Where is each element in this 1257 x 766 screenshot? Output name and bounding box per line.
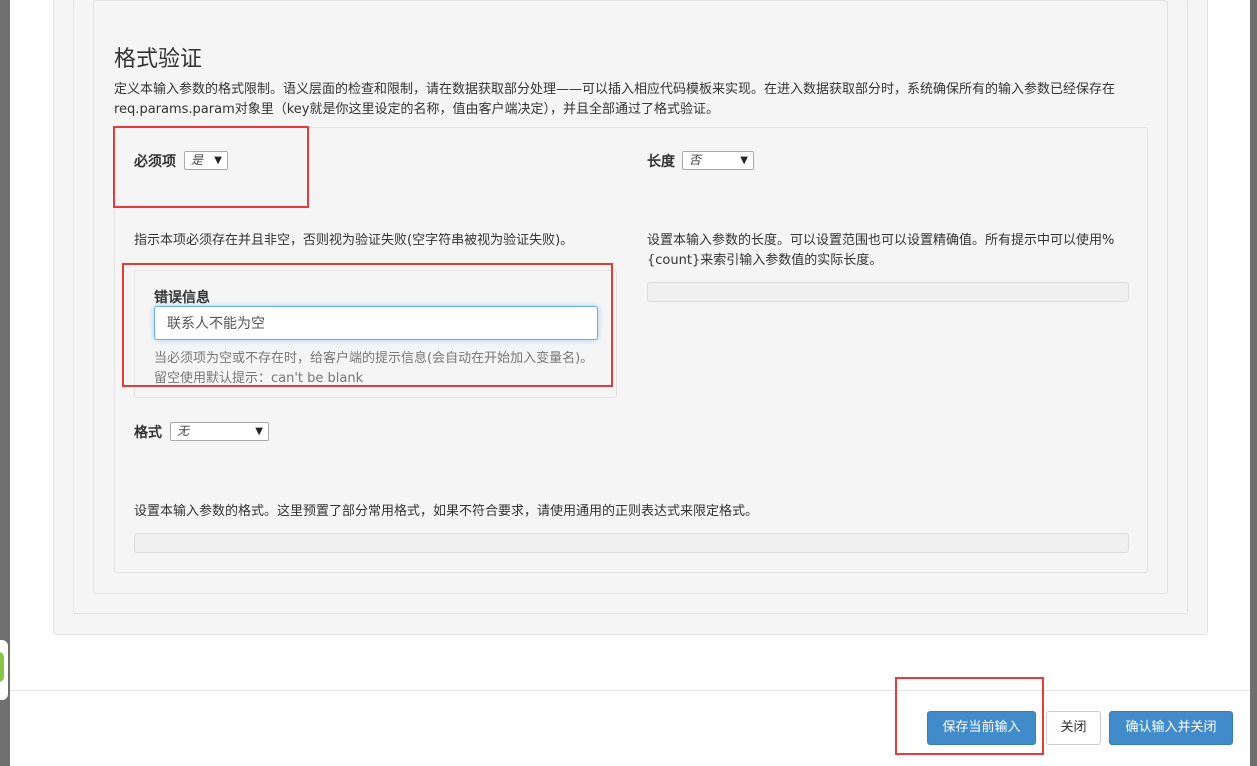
required-help: 指示本项必须存在并且非空，否则视为验证失败(空字符串被视为验证失败)。	[134, 233, 574, 248]
modal-backdrop-right	[1250, 0, 1257, 766]
modal-dialog: 格式验证 定义本输入参数的格式限制。语义层面的检查和限制，请在数据获取部分处理—…	[10, 0, 1250, 766]
length-label: 长度	[647, 154, 675, 170]
section-description: 定义本输入参数的格式限制。语义层面的检查和限制，请在数据获取部分处理——可以插入…	[114, 82, 1116, 117]
dropdown-arrow-icon: ▼	[740, 155, 748, 166]
floating-side-widget[interactable]	[0, 640, 8, 700]
confirm-close-button[interactable]: 确认输入并关闭	[1109, 711, 1233, 745]
highlight-save-box	[895, 677, 1044, 755]
length-select-value: 否	[689, 153, 702, 167]
length-help: 设置本输入参数的长度。可以设置范围也可以设置精确值。所有提示中可以使用%{cou…	[647, 233, 1115, 268]
close-button[interactable]: 关闭	[1046, 711, 1101, 745]
length-select[interactable]: 否 ▼	[682, 151, 754, 170]
section-title: 格式验证	[114, 47, 203, 72]
format-label: 格式	[134, 425, 162, 441]
format-select[interactable]: 无 ▼	[170, 422, 269, 441]
length-input[interactable]	[647, 282, 1129, 302]
highlight-required-box	[113, 126, 309, 208]
format-select-value: 无	[177, 424, 190, 438]
dropdown-arrow-icon: ▼	[255, 426, 263, 437]
android-icon	[0, 652, 4, 682]
format-input[interactable]	[134, 533, 1129, 553]
footer-divider	[10, 690, 1250, 691]
highlight-error-box	[122, 263, 613, 387]
format-help: 设置本输入参数的格式。这里预置了部分常用格式，如果不符合要求，请使用通用的正则表…	[134, 504, 759, 519]
